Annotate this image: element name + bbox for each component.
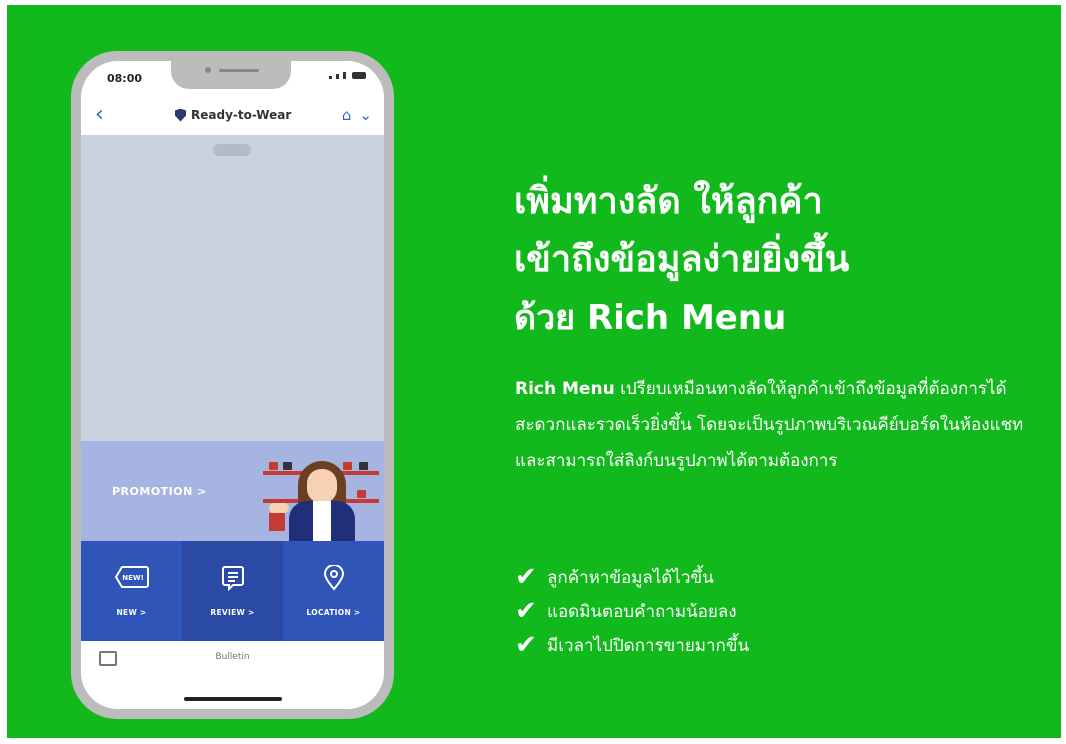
home-indicator: [184, 697, 282, 701]
home-icon[interactable]: ⌂: [342, 106, 352, 124]
rich-menu: NEW! NEW > REVIEW > LOCATION >: [81, 541, 384, 641]
chevron-down-icon[interactable]: ⌄: [359, 106, 372, 124]
status-icons: [329, 72, 366, 79]
headline-brand: Rich Menu: [586, 298, 787, 338]
rich-menu-toggle-label[interactable]: Bulletin: [81, 652, 384, 662]
chat-header: ‹ Ready-to-Wear ⌂ ⌄: [81, 99, 384, 135]
promotion-label: PROMOTION >: [112, 485, 207, 498]
rich-menu-new-label: NEW >: [116, 608, 147, 617]
speaker-icon: [219, 69, 259, 72]
benefit-item: ✔ แอดมินตอบคำถามน้อยลง: [515, 594, 749, 628]
description: Rich Menu เปรียบเหมือนทางลัดให้ลูกค้าเข้…: [515, 371, 1045, 479]
banner-background: 08:00 ‹ Ready-to-Wear ⌂ ⌄ PROMOTION > NE…: [7, 5, 1061, 738]
chat-area: [81, 135, 384, 441]
header-icons: ⌂ ⌄: [342, 106, 372, 124]
back-arrow-icon[interactable]: ‹: [95, 102, 104, 127]
product-box: [269, 462, 278, 470]
staff-shirt: [313, 501, 331, 541]
benefit-item: ✔ มีเวลาไปปิดการขายมากขึ้น: [515, 628, 749, 662]
location-pin-icon: [323, 565, 344, 591]
chat-title-text: Ready-to-Wear: [191, 108, 292, 122]
staff-face: [307, 469, 337, 503]
checkmark-icon: ✔: [515, 630, 537, 660]
headline-line-3: ด้วย Rich Menu: [514, 289, 849, 347]
rich-menu-review-button[interactable]: REVIEW >: [182, 541, 283, 641]
product-box: [359, 462, 368, 470]
benefit-text: แอดมินตอบคำถามน้อยลง: [547, 601, 737, 622]
product-box: [283, 462, 292, 470]
new-tag-text: NEW!: [122, 574, 144, 582]
camera-icon: [205, 67, 211, 73]
chat-title: Ready-to-Wear: [175, 108, 291, 122]
rich-menu-location-button[interactable]: LOCATION >: [283, 541, 384, 641]
signal-icon: [343, 72, 346, 79]
staff-hand: [269, 503, 289, 513]
status-time: 08:00: [107, 72, 143, 85]
checkmark-icon: ✔: [515, 596, 537, 626]
checkmark-icon: ✔: [515, 562, 537, 592]
signal-icon: [329, 76, 332, 79]
benefit-item: ✔ ลูกค้าหาข้อมูลได้ไวขึ้น: [515, 560, 749, 594]
headline-line-2: เข้าถึงข้อมูลง่ายยิ่งขึ้น: [514, 239, 850, 280]
product-box: [343, 462, 352, 470]
benefit-text: ลูกค้าหาข้อมูลได้ไวขึ้น: [547, 567, 714, 588]
review-document-icon: [221, 566, 244, 591]
description-brand: Rich Menu: [515, 379, 615, 399]
promotion-banner[interactable]: PROMOTION >: [81, 441, 384, 541]
rich-menu-new-button[interactable]: NEW! NEW >: [81, 541, 182, 641]
headline: เพิ่มทางลัด ให้ลูกค้า เข้าถึงข้อมูลง่ายย…: [514, 173, 849, 347]
benefit-text: มีเวลาไปปิดการขายมากขึ้น: [547, 635, 750, 656]
shopping-bag-icon: [269, 513, 285, 531]
rich-menu-location-label: LOCATION >: [306, 608, 361, 617]
phone-screen: 08:00 ‹ Ready-to-Wear ⌂ ⌄ PROMOTION > NE…: [81, 61, 384, 709]
headline-line-3-prefix: ด้วย: [514, 298, 576, 338]
battery-icon: [352, 72, 366, 79]
shelf: [339, 471, 379, 475]
benefit-list: ✔ ลูกค้าหาข้อมูลได้ไวขึ้น ✔ แอดมินตอบคำถ…: [515, 560, 749, 662]
shield-icon: [175, 108, 186, 122]
headline-line-1: เพิ่มทางลัด ให้ลูกค้า: [514, 181, 823, 222]
phone-mockup: 08:00 ‹ Ready-to-Wear ⌂ ⌄ PROMOTION > NE…: [71, 51, 394, 719]
product-box: [357, 490, 366, 498]
new-tag-icon: NEW!: [114, 566, 149, 588]
phone-notch: [171, 61, 291, 89]
status-bar: 08:00: [81, 61, 384, 99]
rich-menu-review-label: REVIEW >: [210, 608, 255, 617]
signal-icon: [336, 74, 339, 79]
chat-footer: Bulletin: [81, 641, 384, 709]
date-pill: [213, 144, 251, 156]
